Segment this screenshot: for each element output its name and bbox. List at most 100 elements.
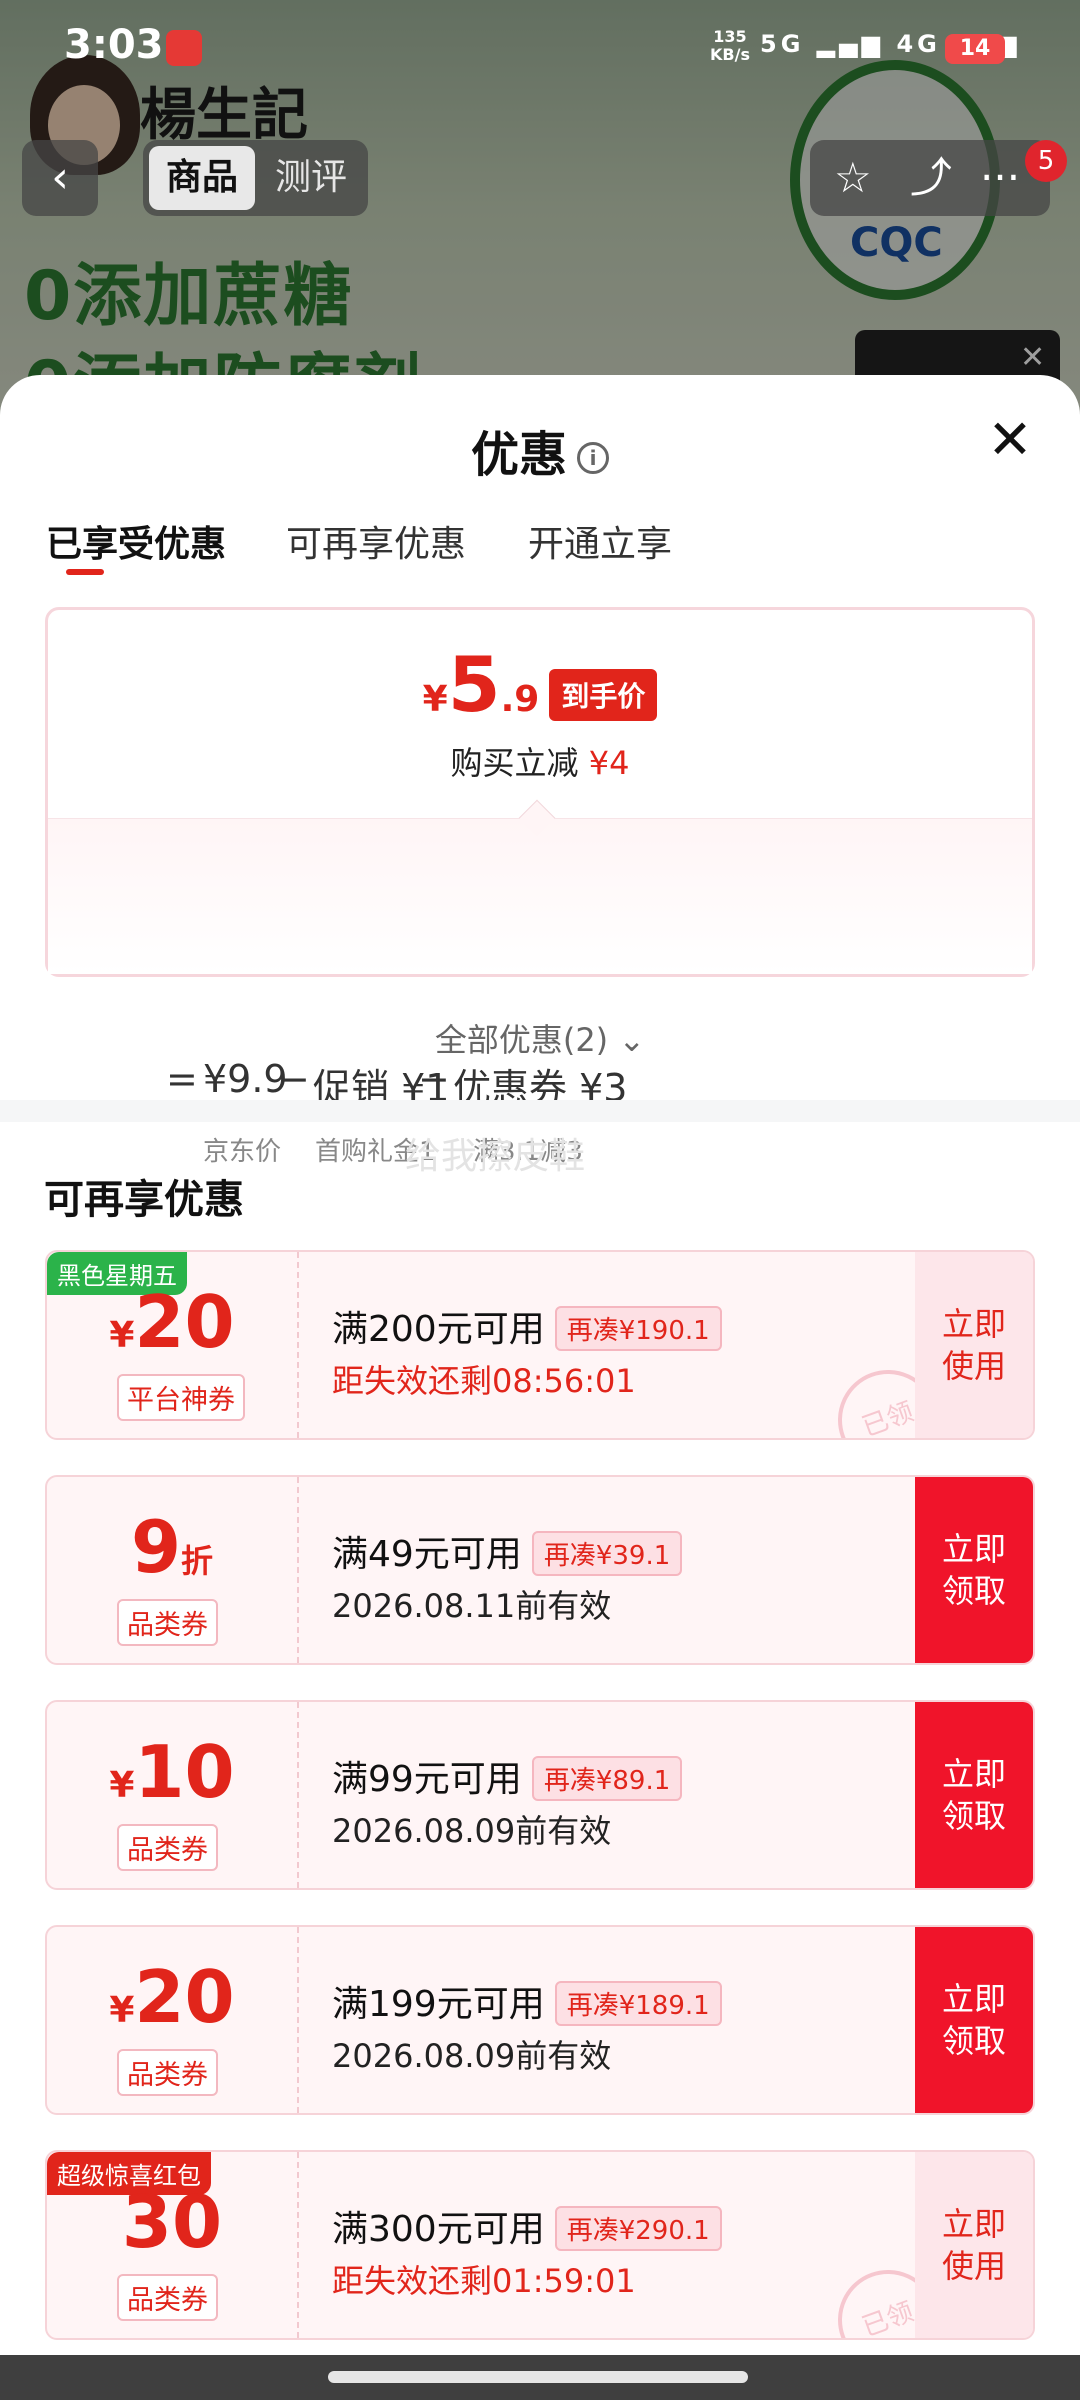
coupon-type-badge: 品类券 xyxy=(117,1824,218,1871)
coupon-card[interactable]: 9折 品类券 满49元可用 再凑¥39.1 2026.08.11前有效 立即 领取 xyxy=(45,1475,1035,1665)
coupon-value: 30 xyxy=(47,2180,297,2264)
product-nav-bar: ‹ 商品 测评 ☆ ⤴ ··· 5 xyxy=(0,130,1080,225)
final-price: ¥5.9 到手价 xyxy=(48,640,1032,733)
coupon-card[interactable]: ¥20 品类券 满199元可用 再凑¥189.1 2026.08.09前有效 立即 领取 xyxy=(45,1925,1035,2115)
coupon-value: ¥20 xyxy=(47,1280,297,1364)
coupon-addon-amount: 再凑¥89.1 xyxy=(531,1755,683,1801)
coupon-condition: 满300元可用 再凑¥290.1 xyxy=(332,2200,722,2254)
coupon-addon-amount: 再凑¥189.1 xyxy=(554,1980,722,2026)
coupon-condition: 满200元可用 再凑¥190.1 xyxy=(332,1300,722,1354)
tab-review[interactable]: 测评 xyxy=(261,146,361,210)
gesture-bar xyxy=(0,2355,1080,2400)
coupon-divider xyxy=(297,1702,299,1888)
final-price-tag: 到手价 xyxy=(549,668,658,721)
coupon-value-panel: 黑色星期五 ¥20 平台神券 xyxy=(47,1252,297,1438)
coupon-value-panel: ¥20 品类券 xyxy=(47,1927,297,2113)
message-count-badge: 5 xyxy=(1025,140,1067,182)
all-discounts-toggle[interactable]: 全部优惠(2) ⌄ xyxy=(0,1015,1080,1061)
tab-enjoyed[interactable]: 已享受优惠 xyxy=(46,515,226,567)
coupon-divider xyxy=(297,2152,299,2338)
status-time: 3:03 xyxy=(64,22,164,68)
status-bar: 3:03 135 KB/s 5G ▂▄▆ 4G ▂▄▆ 14 xyxy=(0,0,1080,95)
section-title: 可再享优惠 xyxy=(44,1177,244,1223)
coupon-amount: 9 xyxy=(130,1505,182,1589)
final-price-card: ¥5.9 到手价 购买立减 ¥4 = ¥9.9 − 促销 ¥1 − 优惠券 ¥3 … xyxy=(45,607,1035,1167)
coupon-card[interactable]: ¥10 品类券 满99元可用 再凑¥89.1 2026.08.09前有效 立即 领取 xyxy=(45,1700,1035,1890)
coupon-validity: 2026.08.09前有效 xyxy=(332,1812,612,1850)
favorite-star-icon[interactable]: ☆ xyxy=(834,150,872,206)
jd-price-label: 京东价 xyxy=(203,1137,282,1167)
coupon-action-button[interactable]: 立即 领取 xyxy=(915,1702,1033,1888)
coupon-divider xyxy=(297,1927,299,2113)
coupon-condition-text: 满99元可用 xyxy=(332,1759,522,1800)
coupon-value-panel: 9折品类券 xyxy=(47,1477,297,1663)
coupon-condition: 满49元可用 再凑¥39.1 xyxy=(332,1525,683,1579)
coupon-action-button[interactable]: 立即 使用 xyxy=(915,1252,1033,1438)
more-icon[interactable]: ··· xyxy=(980,150,1020,206)
coupon-type-badge: 品类券 xyxy=(117,2274,218,2321)
coupon-amount: 30 xyxy=(121,2180,223,2264)
coupon-condition-text: 满199元可用 xyxy=(332,1984,545,2025)
coupon-amount: 10 xyxy=(134,1730,235,1814)
price-decimal: .9 xyxy=(500,679,540,720)
coupon-value-panel: 超级惊喜红包 30 品类券 xyxy=(47,2152,297,2338)
coupon-action-button[interactable]: 立即 使用 xyxy=(915,2152,1033,2338)
app-notification-icon xyxy=(166,30,202,66)
coupon-divider xyxy=(297,1477,299,1663)
coupon-divider xyxy=(297,1252,299,1438)
coupon-condition: 满199元可用 再凑¥189.1 xyxy=(332,1975,722,2029)
back-button[interactable]: ‹ xyxy=(22,140,98,216)
coupon-currency: ¥ xyxy=(109,1315,135,1356)
equals-sign: = xyxy=(166,1057,198,1101)
price-integer: 5 xyxy=(447,640,501,729)
jd-price: ¥9.9 xyxy=(203,1057,288,1101)
coupon-type-badge: 品类券 xyxy=(117,1599,218,1646)
coupon-condition-text: 满300元可用 xyxy=(332,2209,545,2250)
coupon-validity: 距失效还剩01:59:01 xyxy=(332,2262,636,2300)
coupon-unit: 折 xyxy=(181,1542,214,1580)
battery-icon: 14 xyxy=(945,34,1005,64)
coupon-addon-amount: 再凑¥290.1 xyxy=(554,2205,722,2251)
watermark-text: 给我擦皮鞋 xyxy=(405,1136,586,1177)
info-icon[interactable]: i xyxy=(577,442,609,474)
coupon-value: ¥20 xyxy=(47,1955,297,2039)
coupon-condition-text: 满49元可用 xyxy=(332,1534,522,1575)
price-breakdown: = ¥9.9 − 促销 ¥1 − 优惠券 ¥3 京东价 首购礼金1 满3.1减3 xyxy=(48,818,1032,1167)
coupon-card[interactable]: 黑色星期五 ¥20 平台神券 满200元可用 再凑¥190.1 距失效还剩08:56:01… xyxy=(45,1250,1035,1440)
minus-sign: − xyxy=(418,1057,450,1101)
section-divider xyxy=(0,1100,1080,1122)
coupon-currency: ¥ xyxy=(109,1990,135,2031)
coupon-type-badge: 品类券 xyxy=(117,2049,218,2096)
active-tab-indicator xyxy=(66,569,104,575)
instant-reduction: 购买立减 ¥4 xyxy=(48,738,1032,784)
close-button[interactable]: ✕ xyxy=(985,413,1035,467)
coupon-card[interactable]: 超级惊喜红包 30 品类券 满300元可用 再凑¥290.1 距失效还剩01:59:01 已… xyxy=(45,2150,1035,2340)
coupon-amount: 20 xyxy=(134,1955,235,2039)
tab-more-available[interactable]: 可再享优惠 xyxy=(286,515,466,567)
tab-product[interactable]: 商品 xyxy=(149,146,255,210)
home-indicator[interactable] xyxy=(328,2371,748,2383)
tab-activate[interactable]: 开通立享 xyxy=(528,515,672,567)
coupon-value: ¥10 xyxy=(47,1730,297,1814)
coupon-validity: 2026.08.09前有效 xyxy=(332,2037,612,2075)
coupon-currency: ¥ xyxy=(109,1765,135,1806)
coupon-action-button[interactable]: 立即 领取 xyxy=(915,1927,1033,2113)
share-icon[interactable]: ⤴ xyxy=(910,150,952,206)
action-group: ☆ ⤴ ··· xyxy=(810,140,1050,216)
coupon-action-button[interactable]: 立即 领取 xyxy=(915,1477,1033,1663)
coupon-addon-amount: 再凑¥190.1 xyxy=(554,1305,722,1351)
coupon-condition-text: 满200元可用 xyxy=(332,1309,545,1350)
coupon-value: 9折 xyxy=(47,1505,297,1589)
coupon-validity: 距失效还剩08:56:01 xyxy=(332,1362,636,1400)
minus-sign: − xyxy=(278,1057,310,1101)
currency-symbol: ¥ xyxy=(422,679,448,720)
reduction-label: 购买立减 xyxy=(450,744,589,782)
network-speed: 135 KB/s xyxy=(710,27,750,64)
reduction-amount: ¥4 xyxy=(588,744,630,782)
sheet-title: 优惠 i xyxy=(0,415,1080,485)
coupon-amount: 20 xyxy=(134,1280,235,1364)
coupon-validity: 2026.08.11前有效 xyxy=(332,1587,612,1625)
product-tab-switch: 商品 测评 xyxy=(143,140,368,216)
coupon-value-panel: ¥10 品类券 xyxy=(47,1702,297,1888)
sheet-title-text: 优惠 xyxy=(470,427,567,483)
